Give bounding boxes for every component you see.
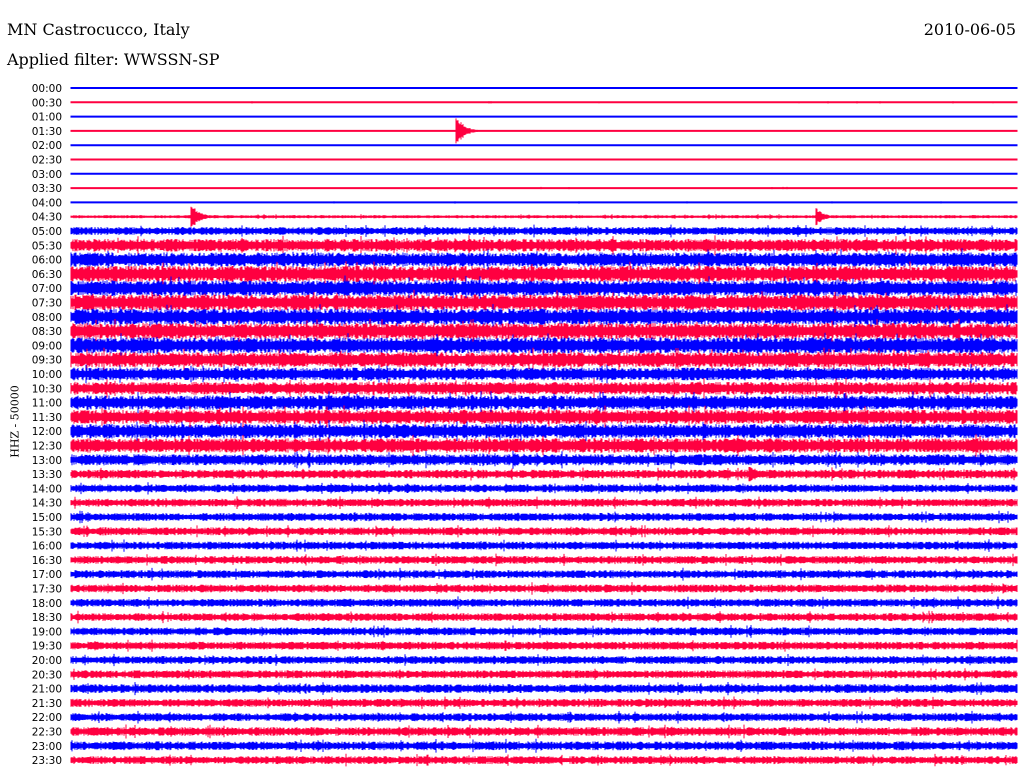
trace-row-1630 — [70, 553, 1018, 567]
row-time-label: 15:30 — [32, 526, 62, 538]
trace-row-0530 — [70, 235, 1018, 256]
row-time-label: 06:30 — [32, 269, 62, 281]
row-time-label: 12:00 — [32, 426, 62, 438]
trace-row-2230 — [70, 724, 1018, 739]
trace-row-1330 — [70, 467, 1018, 482]
trace-row-0300 — [70, 172, 1018, 175]
row-time-label: 21:30 — [32, 698, 62, 710]
trace-row-0400 — [70, 201, 1018, 204]
trace-row-1000 — [70, 364, 1018, 384]
trace-row-1400 — [70, 482, 1018, 495]
row-time-label: 22:00 — [32, 712, 62, 724]
row-time-label: 17:00 — [32, 569, 62, 581]
trace-row-2200 — [70, 710, 1018, 724]
trace-row-1700 — [70, 567, 1018, 581]
trace-row-0130 — [70, 118, 1018, 144]
row-time-label: 16:30 — [32, 555, 62, 567]
row-time-label: 04:00 — [32, 197, 62, 209]
row-time-label: 07:00 — [32, 283, 62, 295]
row-time-label: 07:30 — [32, 298, 62, 310]
row-time-label: 09:30 — [32, 355, 62, 367]
row-time-label: 10:00 — [32, 369, 62, 381]
trace-row-0330 — [70, 186, 1018, 190]
row-time-label: 20:00 — [32, 655, 62, 667]
row-time-label: 04:30 — [32, 212, 62, 224]
trace-row-2100 — [70, 682, 1018, 696]
row-time-label: 06:00 — [32, 255, 62, 267]
row-time-label: 02:30 — [32, 155, 62, 167]
trace-row-1900 — [70, 625, 1018, 638]
trace-row-1530 — [70, 525, 1018, 538]
trace-row-2330 — [70, 753, 1018, 767]
helicorder-plot: 00:00 00:30 01:00 01:30 02:00 02:30 03:00 03:30… — [32, 83, 1018, 767]
row-time-label: 13:00 — [32, 455, 62, 467]
trace-row-1230 — [70, 434, 1018, 457]
trace-row-1500 — [70, 510, 1018, 524]
row-time-label: 01:30 — [32, 126, 62, 138]
row-time-label: 22:30 — [32, 727, 62, 739]
trace-row-0500 — [70, 224, 1018, 238]
trace-row-0200 — [70, 144, 1018, 147]
row-time-label: 21:00 — [32, 684, 62, 696]
row-time-label: 08:30 — [32, 326, 62, 338]
trace-row-1430 — [70, 496, 1018, 509]
trace-row-2030 — [70, 668, 1018, 681]
trace-row-0430 — [70, 206, 1018, 227]
row-time-label: 19:00 — [32, 626, 62, 638]
row-time-label: 03:00 — [32, 169, 62, 181]
trace-row-1600 — [70, 539, 1018, 552]
trace-row-0000 — [70, 87, 1018, 89]
trace-row-1830 — [70, 610, 1018, 624]
trace-row-2000 — [70, 653, 1018, 667]
row-time-label: 00:00 — [32, 83, 62, 95]
row-time-label: 11:30 — [32, 412, 62, 424]
row-time-label: 12:30 — [32, 441, 62, 453]
row-time-label: 19:30 — [32, 641, 62, 653]
row-time-label: 00:30 — [32, 97, 62, 109]
row-time-label: 08:00 — [32, 312, 62, 324]
trace-row-1100 — [70, 391, 1018, 415]
row-time-label: 23:00 — [32, 741, 62, 753]
trace-row-0100 — [70, 115, 1018, 118]
row-time-label: 10:30 — [32, 383, 62, 395]
row-time-label: 05:00 — [32, 226, 62, 238]
trace-row-2130 — [70, 696, 1018, 710]
row-time-label: 18:00 — [32, 598, 62, 610]
row-time-label: 02:00 — [32, 140, 62, 152]
row-time-label: 18:30 — [32, 612, 62, 624]
trace-row-1800 — [70, 596, 1018, 610]
row-time-label: 17:30 — [32, 584, 62, 596]
row-time-label: 23:30 — [32, 755, 62, 767]
trace-row-0230 — [70, 158, 1018, 161]
row-time-label: 14:30 — [32, 498, 62, 510]
row-time-label: 13:30 — [32, 469, 62, 481]
trace-row-1730 — [70, 582, 1018, 595]
row-time-label: 05:30 — [32, 240, 62, 252]
row-time-label: 03:30 — [32, 183, 62, 195]
trace-row-1930 — [70, 639, 1018, 652]
trace-row-2300 — [70, 738, 1018, 753]
row-time-label: 11:00 — [32, 398, 62, 410]
trace-row-0030 — [70, 101, 1018, 104]
trace-row-1030 — [70, 378, 1018, 399]
row-time-label: 16:00 — [32, 541, 62, 553]
row-time-label: 15:00 — [32, 512, 62, 524]
row-time-label: 14:00 — [32, 483, 62, 495]
row-time-label: 01:00 — [32, 112, 62, 124]
row-time-label: 09:00 — [32, 340, 62, 352]
trace-row-1300 — [70, 450, 1018, 469]
row-time-label: 20:30 — [32, 669, 62, 681]
